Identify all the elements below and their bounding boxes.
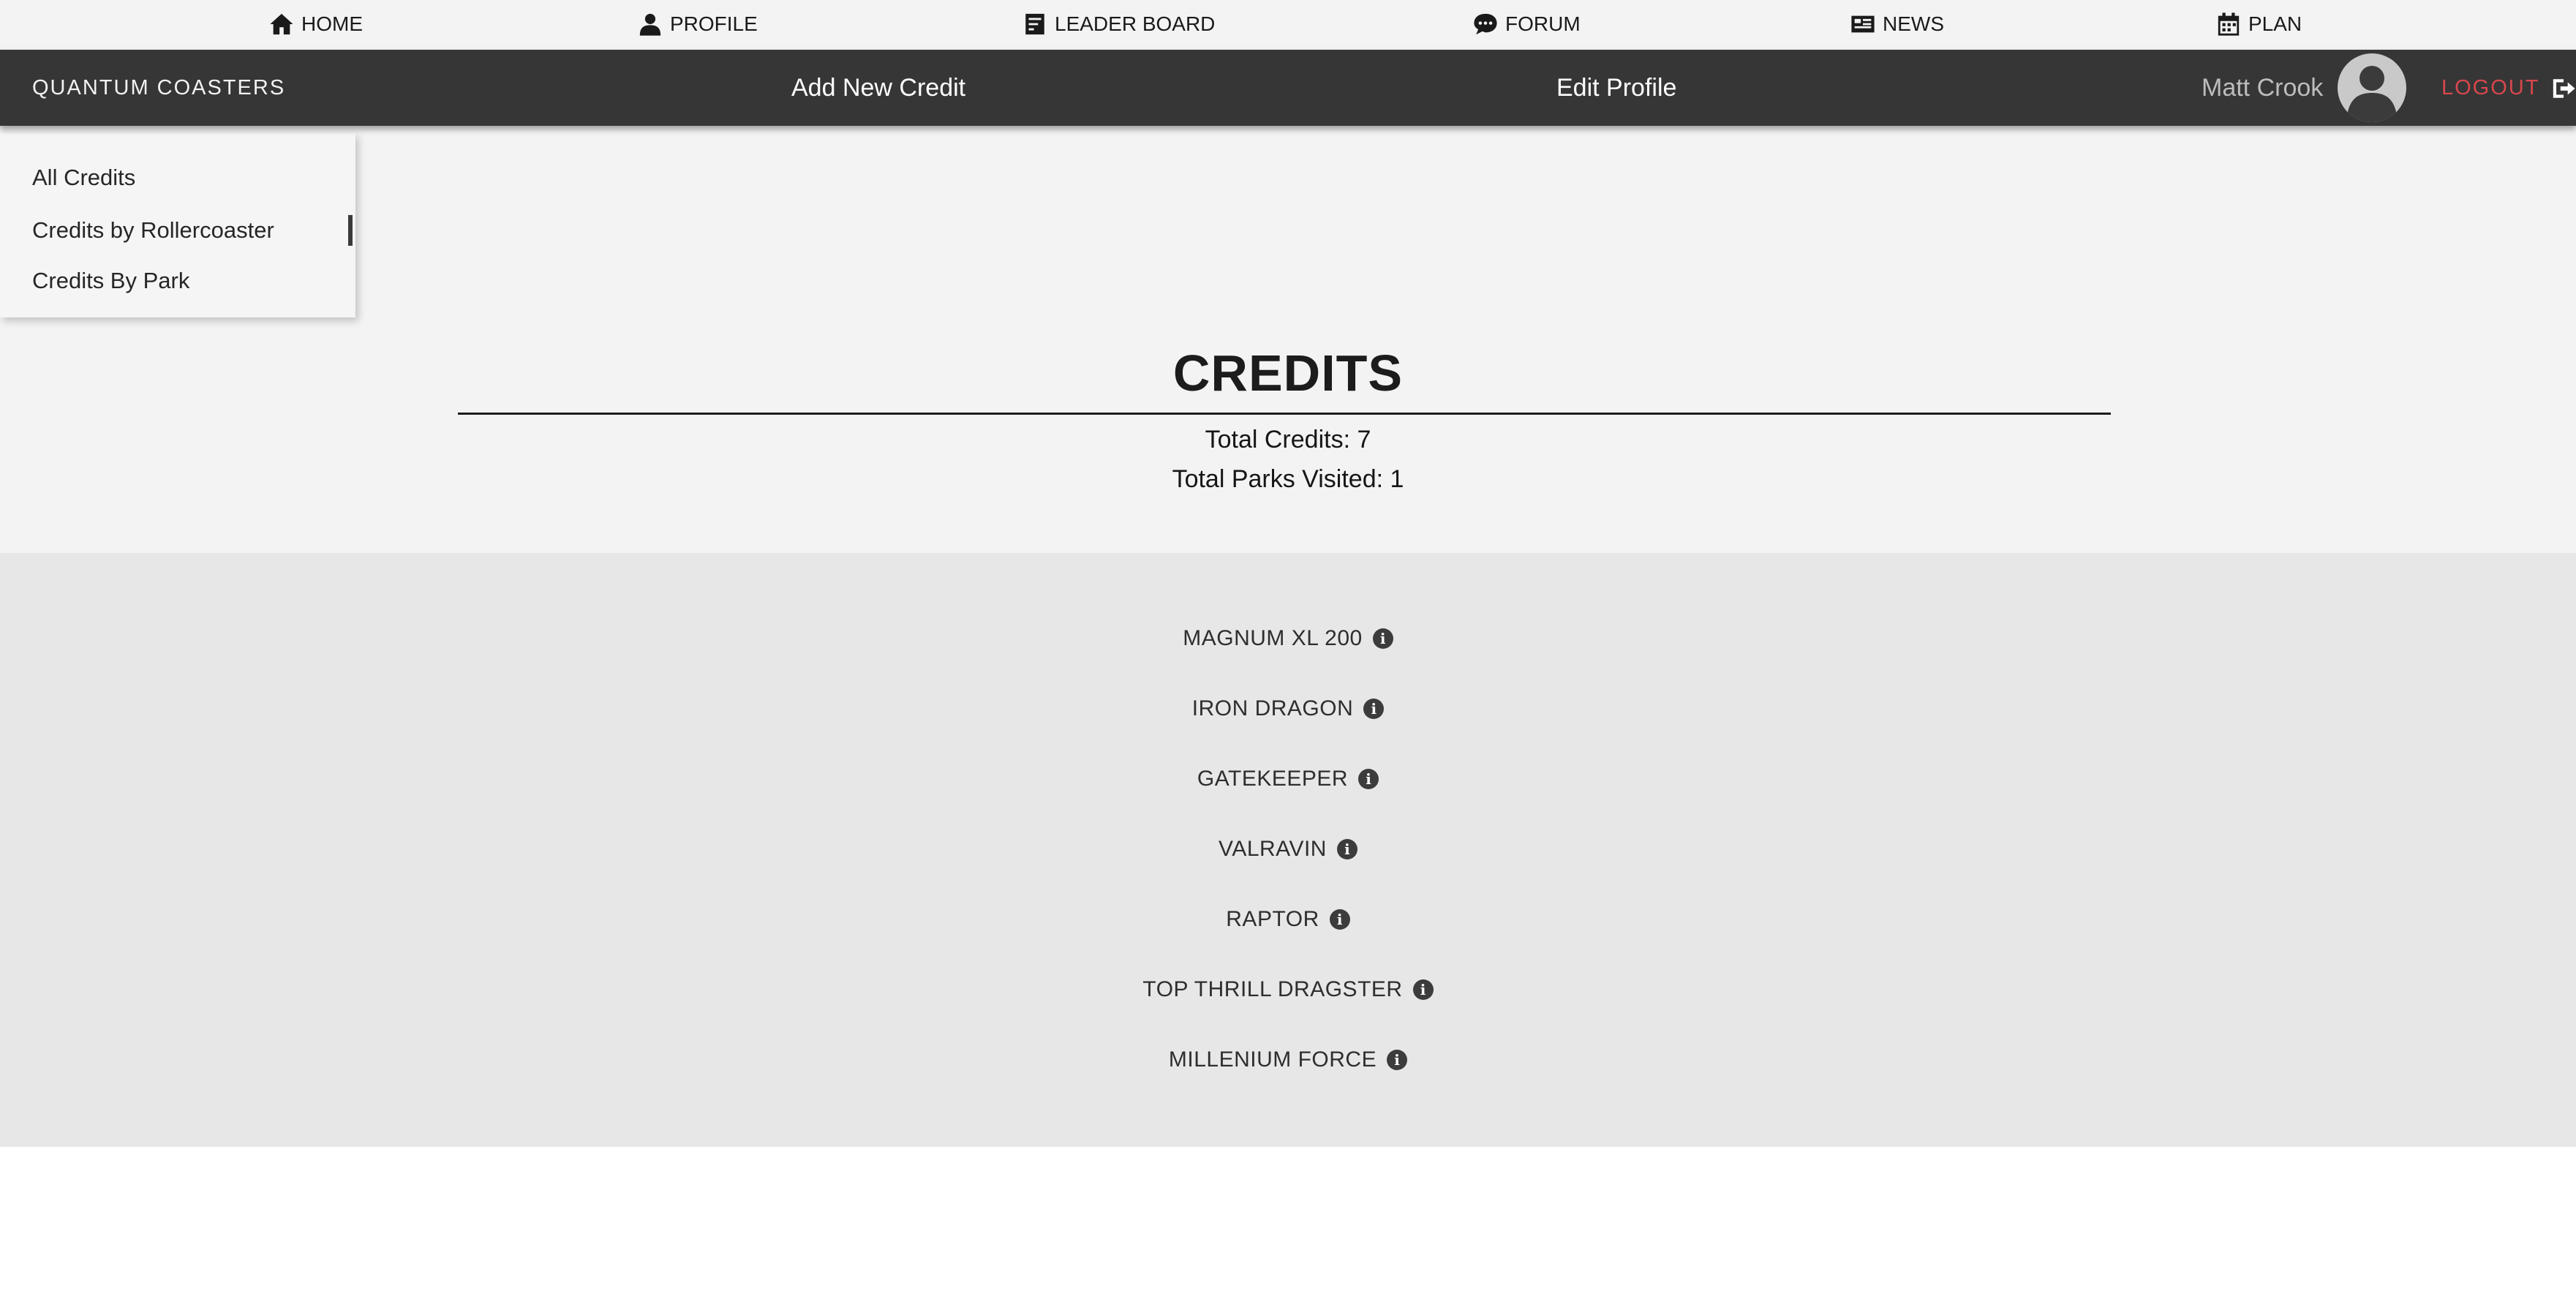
nav-leader-board[interactable]: LEADER BOARD (1023, 7, 1215, 41)
nav-home[interactable]: HOME (269, 7, 363, 41)
list-item: RAPTOR i (0, 901, 2576, 938)
sign-out-icon[interactable] (2551, 76, 2576, 101)
credit-name[interactable]: MILLENIUM FORCE (1169, 1047, 1376, 1072)
credit-name[interactable]: RAPTOR (1226, 907, 1319, 932)
credit-name[interactable]: GATEKEEPER (1197, 767, 1348, 791)
side-item-credits-by-rollercoaster[interactable]: Credits by Rollercoaster (32, 213, 274, 248)
title-divider (458, 413, 2111, 415)
info-icon[interactable]: i (1387, 1050, 1408, 1070)
list-item: IRON DRAGON i (0, 690, 2576, 727)
brand-name[interactable]: QUANTUM COASTERS (32, 50, 285, 126)
edit-profile-link[interactable]: Edit Profile (1556, 50, 1676, 126)
chat-icon (1474, 13, 1497, 35)
newspaper-icon (1851, 15, 1875, 33)
add-new-credit-link[interactable]: Add New Credit (791, 50, 965, 126)
nav-forum[interactable]: FORUM (1473, 7, 1581, 41)
page-title: CREDITS (1172, 345, 1404, 402)
list-item: GATEKEEPER i (0, 761, 2576, 797)
total-parks-visited: Total Parks Visited: 1 (1172, 465, 1404, 493)
info-icon[interactable]: i (1412, 979, 1434, 1000)
credits-side-menu: All Credits Credits by Rollercoaster Cre… (0, 133, 355, 317)
user-icon (639, 13, 661, 36)
nav-plan[interactable]: PLAN (2216, 7, 2302, 41)
nav-profile-label: PROFILE (670, 12, 758, 35)
active-indicator (348, 215, 353, 246)
side-item-all-credits[interactable]: All Credits (32, 160, 135, 195)
list-item: TOP THRILL DRAGSTER i (0, 971, 2576, 1008)
credits-list: MAGNUM XL 200 i IRON DRAGON i GATEKEEPER… (0, 553, 2576, 1147)
logout-button[interactable]: LOGOUT (2441, 50, 2539, 126)
info-icon[interactable]: i (1358, 769, 1379, 789)
info-icon[interactable]: i (1329, 909, 1350, 930)
nav-forum-label: FORUM (1505, 12, 1581, 35)
avatar[interactable] (2338, 53, 2406, 122)
total-credits: Total Credits: 7 (1205, 426, 1371, 454)
info-icon[interactable]: i (1363, 699, 1385, 719)
nav-news[interactable]: NEWS (1850, 7, 1944, 41)
nav-home-label: HOME (301, 12, 363, 35)
side-item-credits-by-park[interactable]: Credits By Park (32, 263, 189, 298)
top-navigation: HOME PROFILE LEADER BOARD FORUM NEWS PLA… (0, 0, 2576, 50)
app-header: QUANTUM COASTERS Add New Credit Edit Pro… (0, 50, 2576, 126)
info-icon[interactable]: i (1372, 628, 1393, 649)
user-silhouette-icon (2346, 66, 2398, 122)
credit-name[interactable]: IRON DRAGON (1192, 696, 1354, 721)
info-icon[interactable]: i (1336, 839, 1357, 859)
credit-name[interactable]: TOP THRILL DRAGSTER (1142, 977, 1402, 1002)
credit-name[interactable]: MAGNUM XL 200 (1183, 626, 1362, 651)
nav-news-label: NEWS (1883, 12, 1944, 35)
leaderboard-icon (1025, 13, 1044, 35)
nav-plan-label: PLAN (2248, 12, 2302, 35)
username: Matt Crook (2202, 73, 2324, 102)
credit-name[interactable]: VALRAVIN (1219, 837, 1327, 862)
nav-leader-board-label: LEADER BOARD (1055, 12, 1216, 35)
list-item: MILLENIUM FORCE i (0, 1042, 2576, 1078)
calendar-icon (2218, 12, 2240, 36)
list-item: VALRAVIN i (0, 831, 2576, 868)
list-item: MAGNUM XL 200 i (0, 620, 2576, 657)
nav-profile[interactable]: PROFILE (638, 7, 758, 41)
home-icon (270, 13, 293, 35)
